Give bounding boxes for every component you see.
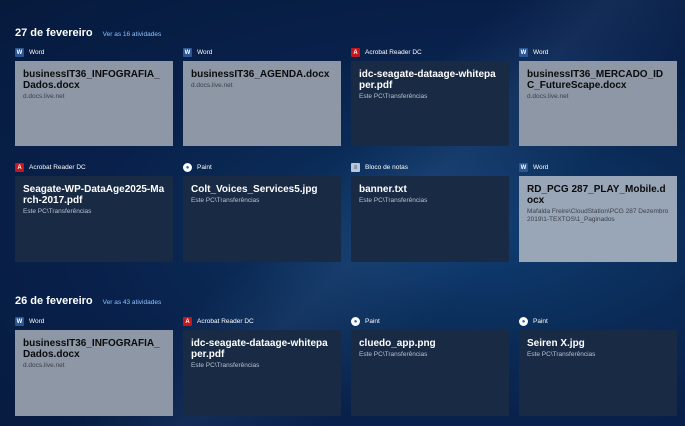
card-app-label: W Word [15,317,45,326]
activity-card[interactable]: businessIT36_AGENDA.docx d.docs.live.net [183,61,341,146]
paint-icon: ● [183,163,192,172]
card-app-label: ● Paint [183,163,212,172]
card-app-label: A Acrobat Reader DC [183,317,254,326]
group-date: 26 de fevereiro [15,295,93,307]
card-app-label: ● Paint [519,317,548,326]
card-location: Este PC\Transferências [359,93,428,100]
card-app-label: ● Paint [351,317,380,326]
word-icon: W [15,48,24,57]
card-title: banner.txt [359,184,407,195]
activity-card[interactable]: idc-seagate-dataage-whitepaper.pdf Este … [183,330,341,416]
card-title: businessIT36_AGENDA.docx [191,69,330,80]
card-title: businessIT36_INFOGRAFIA_Dados.docx [23,338,160,360]
card-title: Seiren X.jpg [527,338,585,349]
card-location: Este PC\Transferências [359,197,428,204]
card-app-label: A Acrobat Reader DC [15,163,86,172]
card-location: Mafalda Freire\CloudStation\PCG 287 Deze… [527,208,669,223]
card-location: Este PC\Transferências [191,197,260,204]
card-location: d.docs.live.net [191,82,233,89]
card-title: businessIT36_INFOGRAFIA_Dados.docx [23,69,160,91]
card-title: idc-seagate-dataage-whitepaper.pdf [191,338,328,360]
card-location: Este PC\Transferências [23,208,92,215]
card-location: Este PC\Transferências [191,362,260,369]
activity-card[interactable]: banner.txt Este PC\Transferências [351,176,509,262]
card-app-label: ≡ Bloco de notas [351,163,408,172]
word-icon: W [15,317,24,326]
activity-card[interactable]: Colt_Voices_Services5.jpg Este PC\Transf… [183,176,341,262]
card-app-label: W Word [519,48,549,57]
activity-card[interactable]: RD_PCG 287_PLAY_Mobile.docx Mafalda Frei… [519,176,677,262]
activity-card[interactable]: businessIT36_INFOGRAFIA_Dados.docx d.doc… [15,330,173,416]
card-location: Este PC\Transferências [527,351,596,358]
card-app-label: A Acrobat Reader DC [351,48,422,57]
activity-card[interactable]: businessIT36_MERCADO_IDC_FutureScape.doc… [519,61,677,146]
card-app-label: W Word [183,48,213,57]
activity-card[interactable]: businessIT36_INFOGRAFIA_Dados.docx d.doc… [15,61,173,146]
card-location: d.docs.live.net [23,93,65,100]
card-title: RD_PCG 287_PLAY_Mobile.docx [527,184,666,206]
group-date: 27 de fevereiro [15,27,93,39]
activity-card[interactable]: idc-seagate-dataage-whitepaper.pdf Este … [351,61,509,146]
card-title: cluedo_app.png [359,338,436,349]
acrobat-icon: A [15,163,24,172]
notepad-icon: ≡ [351,163,360,172]
see-all-activities-link[interactable]: Ver as 43 atividades [103,299,162,306]
acrobat-icon: A [351,48,360,57]
word-icon: W [519,163,528,172]
card-app-label: W Word [15,48,45,57]
activity-card[interactable]: cluedo_app.png Este PC\Transferências [351,330,509,416]
activity-card[interactable]: Seagate-WP-DataAge2025-March-2017.pdf Es… [15,176,173,262]
acrobat-icon: A [183,317,192,326]
card-app-label: W Word [519,163,549,172]
word-icon: W [519,48,528,57]
activity-card[interactable]: Seiren X.jpg Este PC\Transferências [519,330,677,416]
timeline-group-header: 27 de fevereiro Ver as 16 atividades [15,27,161,39]
card-title: Seagate-WP-DataAge2025-March-2017.pdf [23,184,165,206]
word-icon: W [183,48,192,57]
timeline-group-header: 26 de fevereiro Ver as 43 atividades [15,295,161,307]
see-all-activities-link[interactable]: Ver as 16 atividades [103,31,162,38]
card-title: idc-seagate-dataage-whitepaper.pdf [359,69,496,91]
card-location: Este PC\Transferências [359,351,428,358]
paint-icon: ● [351,317,360,326]
card-title: businessIT36_MERCADO_IDC_FutureScape.doc… [527,69,664,91]
card-title: Colt_Voices_Services5.jpg [191,184,318,195]
paint-icon: ● [519,317,528,326]
card-location: d.docs.live.net [527,93,569,100]
card-location: d.docs.live.net [23,362,65,369]
